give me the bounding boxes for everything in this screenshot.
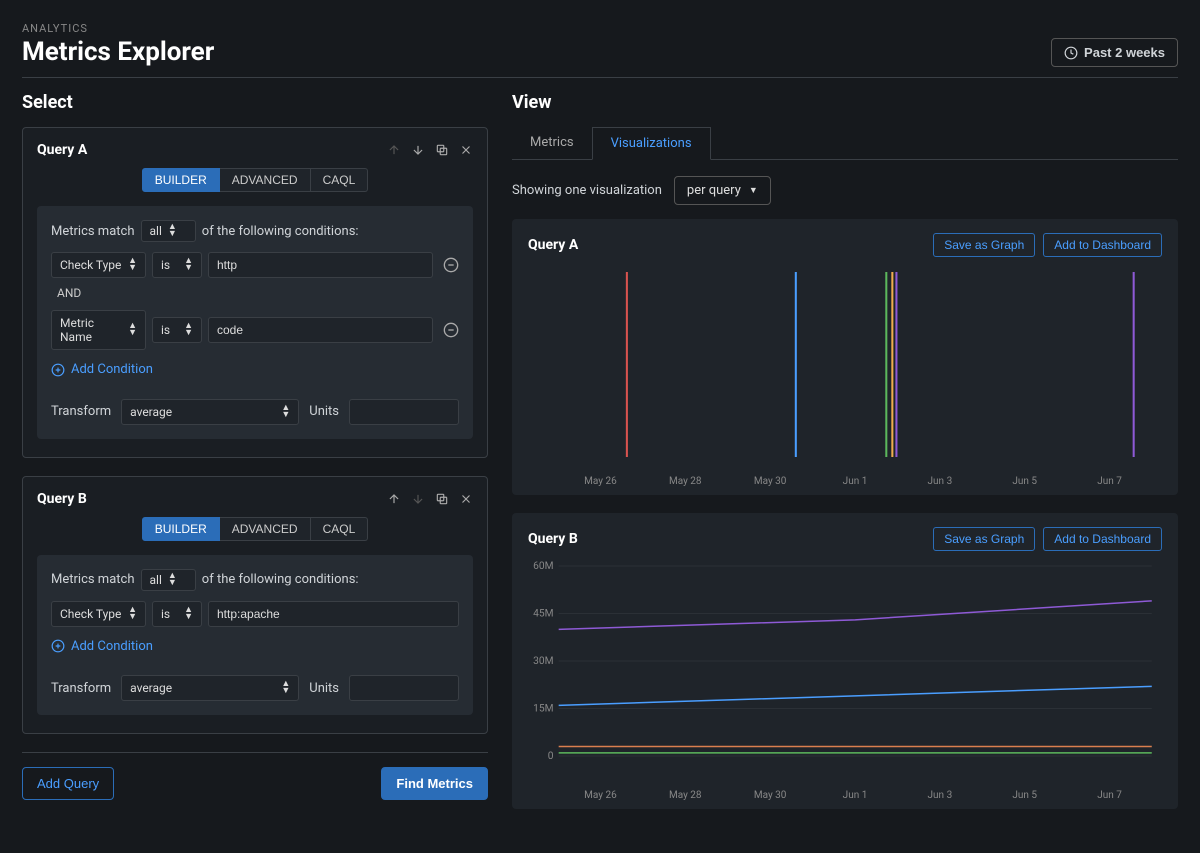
transform-label: Transform	[51, 404, 111, 419]
sort-arrows-icon: ▲▼	[281, 681, 290, 695]
transform-select[interactable]: average ▲▼	[121, 675, 299, 701]
condition-field-select[interactable]: Check Type ▲▼	[51, 252, 146, 278]
close-icon[interactable]	[459, 143, 473, 157]
arrow-up-icon	[387, 143, 401, 157]
add-condition-button[interactable]: Add Condition	[51, 362, 153, 377]
condition-op-select[interactable]: is ▲▼	[152, 601, 202, 627]
tab-advanced[interactable]: ADVANCED	[220, 517, 311, 541]
time-range-label: Past 2 weeks	[1084, 45, 1165, 60]
viz-card-a: Query A Save as Graph Add to Dashboard M…	[512, 219, 1178, 495]
add-query-button[interactable]: Add Query	[22, 767, 114, 800]
condition-field-select[interactable]: Check Type ▲▼	[51, 601, 146, 627]
remove-condition-icon[interactable]	[443, 257, 459, 273]
viz-card-b: Query B Save as Graph Add to Dashboard 0…	[512, 513, 1178, 809]
plus-circle-icon	[51, 639, 65, 653]
sort-arrows-icon: ▲▼	[168, 224, 177, 238]
match-pre: Metrics match	[51, 224, 135, 239]
view-title: View	[512, 92, 1178, 113]
save-as-graph-button[interactable]: Save as Graph	[933, 233, 1035, 257]
query-b-title: Query B	[37, 491, 87, 507]
sort-arrows-icon: ▲▼	[184, 607, 193, 621]
transform-label: Transform	[51, 681, 111, 696]
condition-op-select[interactable]: is ▲▼	[152, 252, 202, 278]
units-input[interactable]	[349, 399, 459, 425]
find-metrics-button[interactable]: Find Metrics	[381, 767, 488, 800]
transform-select[interactable]: average ▲▼	[121, 399, 299, 425]
chart-query-a	[528, 267, 1162, 472]
sort-arrows-icon: ▲▼	[128, 323, 137, 337]
sort-arrows-icon: ▲▼	[128, 607, 137, 621]
tab-builder[interactable]: BUILDER	[142, 168, 220, 192]
svg-text:0: 0	[548, 751, 554, 762]
match-mode-select[interactable]: all ▲▼	[141, 220, 196, 242]
tab-metrics[interactable]: Metrics	[512, 127, 592, 159]
tab-builder[interactable]: BUILDER	[142, 517, 220, 541]
viz-a-title: Query A	[528, 237, 578, 253]
add-to-dashboard-button[interactable]: Add to Dashboard	[1043, 527, 1162, 551]
svg-text:60M: 60M	[533, 561, 553, 572]
query-a-title: Query A	[37, 142, 87, 158]
sort-arrows-icon: ▲▼	[168, 573, 177, 587]
tab-caql[interactable]: CAQL	[311, 168, 369, 192]
breadcrumb: ANALYTICS	[22, 22, 214, 35]
units-label: Units	[309, 681, 339, 696]
sort-arrows-icon: ▲▼	[184, 258, 193, 272]
add-to-dashboard-button[interactable]: Add to Dashboard	[1043, 233, 1162, 257]
sort-arrows-icon: ▲▼	[128, 258, 137, 272]
query-card-b: Query B BUILDER ADVANCED CAQL Metrics ma…	[22, 476, 488, 735]
viz-b-title: Query B	[528, 531, 578, 547]
showing-text: Showing one visualization	[512, 183, 662, 198]
copy-icon[interactable]	[435, 492, 449, 506]
x-axis-labels: May 26May 28May 30Jun 1Jun 3Jun 5Jun 7	[528, 472, 1162, 487]
per-query-select[interactable]: per query ▼	[674, 176, 771, 205]
condition-value-input[interactable]	[208, 317, 433, 343]
arrow-up-icon[interactable]	[387, 492, 401, 506]
save-as-graph-button[interactable]: Save as Graph	[933, 527, 1035, 551]
remove-condition-icon[interactable]	[443, 322, 459, 338]
add-condition-button[interactable]: Add Condition	[51, 639, 153, 654]
match-mode-select[interactable]: all ▲▼	[141, 569, 196, 591]
arrow-down-icon	[411, 492, 425, 506]
plus-circle-icon	[51, 363, 65, 377]
close-icon[interactable]	[459, 492, 473, 506]
svg-text:30M: 30M	[533, 656, 553, 667]
clock-icon	[1064, 46, 1078, 60]
page-title: Metrics Explorer	[22, 37, 214, 67]
svg-text:15M: 15M	[533, 704, 553, 715]
query-card-a: Query A BUILDER ADVANCED CAQL Metrics ma…	[22, 127, 488, 458]
match-post: of the following conditions:	[202, 572, 359, 587]
chevron-down-icon: ▼	[749, 185, 758, 196]
tab-visualizations[interactable]: Visualizations	[592, 127, 711, 160]
condition-value-input[interactable]	[208, 252, 433, 278]
condition-field-select[interactable]: Metric Name ▲▼	[51, 310, 146, 350]
condition-op-select[interactable]: is ▲▼	[152, 317, 202, 343]
tab-caql[interactable]: CAQL	[311, 517, 369, 541]
logic-and: AND	[57, 286, 459, 300]
condition-value-input[interactable]	[208, 601, 459, 627]
sort-arrows-icon: ▲▼	[281, 405, 290, 419]
units-label: Units	[309, 404, 339, 419]
units-input[interactable]	[349, 675, 459, 701]
tab-advanced[interactable]: ADVANCED	[220, 168, 311, 192]
sort-arrows-icon: ▲▼	[184, 323, 193, 337]
header-divider	[22, 77, 1178, 78]
match-post: of the following conditions:	[202, 224, 359, 239]
time-range-button[interactable]: Past 2 weeks	[1051, 38, 1178, 67]
copy-icon[interactable]	[435, 143, 449, 157]
chart-query-b: 0 15M 30M 45M 60M	[528, 561, 1162, 786]
select-title: Select	[22, 92, 488, 113]
match-pre: Metrics match	[51, 572, 135, 587]
arrow-down-icon[interactable]	[411, 143, 425, 157]
svg-text:45M: 45M	[533, 609, 553, 620]
x-axis-labels: May 26May 28May 30Jun 1Jun 3Jun 5Jun 7	[528, 786, 1162, 801]
